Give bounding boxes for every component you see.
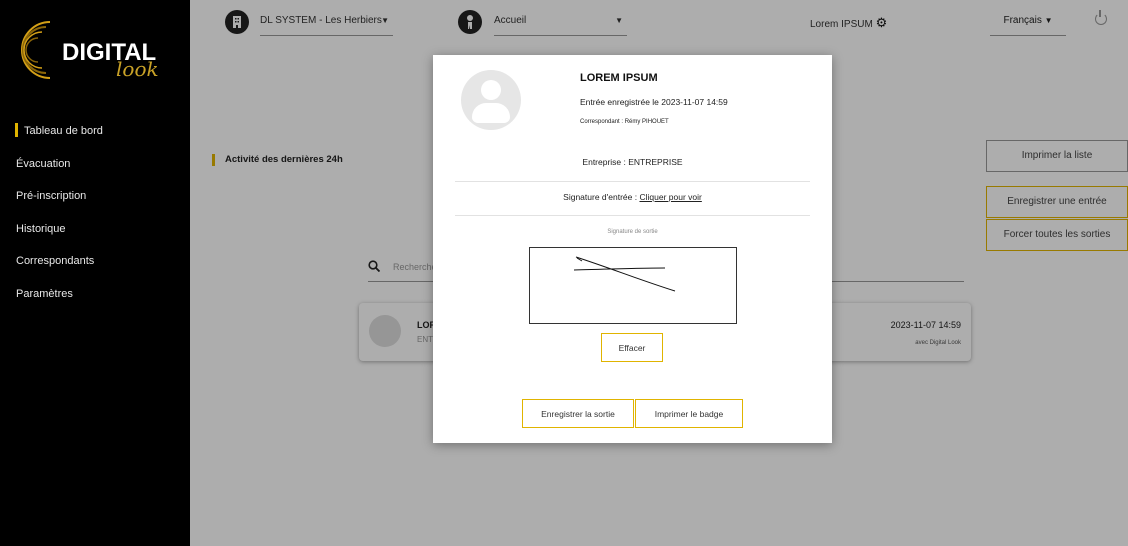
company: Entreprise : ENTREPRISE [582,157,683,167]
digital-look-logo[interactable]: DIGITAL look [20,14,170,86]
logo-script: look [116,57,159,81]
print-badge-button[interactable]: Imprimer le badge [635,399,743,428]
clear-signature-button[interactable]: Effacer [601,333,663,362]
signature-canvas[interactable] [529,247,737,324]
avatar [461,70,521,130]
avatar-head [481,80,501,100]
entry-signature-label: Signature d'entrée : [563,192,638,202]
entry-signature-row: Signature d'entrée : Cliquer pour voir [433,192,832,202]
avatar-body [472,103,510,123]
signature-drawing [573,256,676,292]
sidebar-item-pre-inscription[interactable]: Pré-inscription [0,185,190,218]
visitor-modal: LOREM IPSUM Entrée enregistrée le 2023-1… [433,55,832,443]
sidebar-item-historique[interactable]: Historique [0,218,190,251]
sidebar-item-parametres[interactable]: Paramètres [0,283,190,316]
sidebar-nav: Tableau de bord Évacuation Pré-inscripti… [0,120,190,315]
divider [455,215,810,216]
exit-signature-label: Signature de sortie [607,229,658,235]
sidebar: DIGITAL look Tableau de bord Évacuation … [0,0,190,546]
sidebar-item-correspondants[interactable]: Correspondants [0,250,190,283]
sidebar-item-tableau-de-bord[interactable]: Tableau de bord [0,120,190,153]
view-signature-link[interactable]: Cliquer pour voir [639,192,701,202]
entry-timestamp: Entrée enregistrée le 2023-11-07 14:59 [580,97,728,107]
visitor-name: LOREM IPSUM [580,72,658,84]
sidebar-item-evacuation[interactable]: Évacuation [0,153,190,186]
divider [455,181,810,182]
register-exit-button[interactable]: Enregistrer la sortie [522,399,634,428]
correspondent: Correspondant : Rémy PIHOUET [580,119,669,125]
